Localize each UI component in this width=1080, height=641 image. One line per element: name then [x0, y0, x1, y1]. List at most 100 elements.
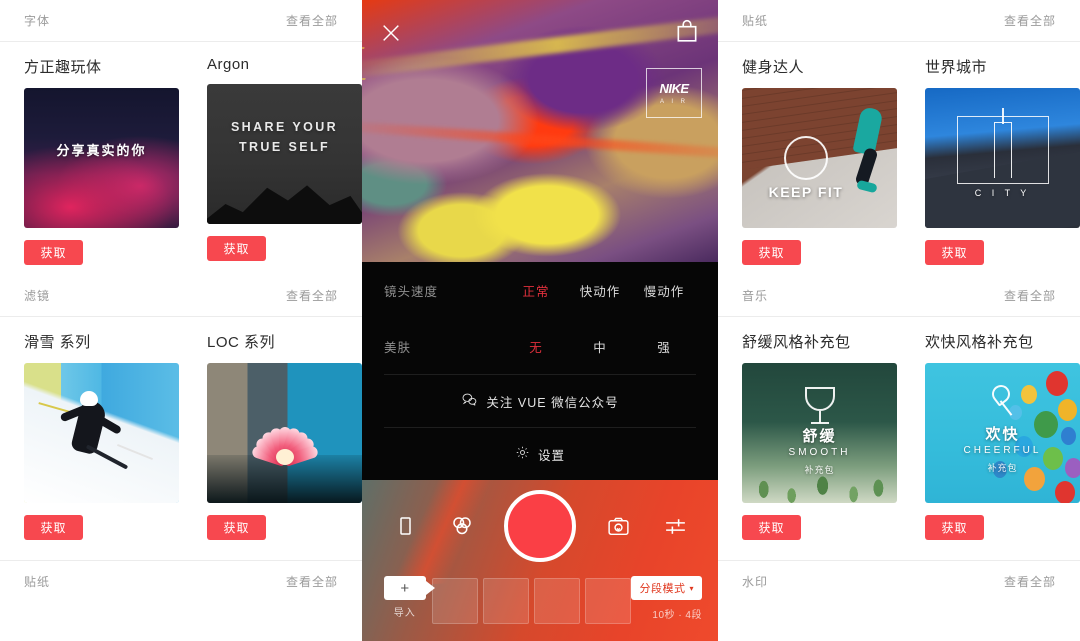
option-strong[interactable]: 强 [632, 337, 696, 356]
pack-card[interactable]: LOC 系列 获取 [207, 331, 362, 540]
record-button[interactable] [504, 490, 576, 562]
mode-select-button[interactable]: 分段模式 ▾ [631, 576, 702, 600]
pack-card[interactable]: 方正趣玩体 分享真实的你 获取 [24, 56, 179, 265]
clip-slot[interactable] [431, 578, 478, 624]
gear-icon [515, 445, 530, 463]
section-title: 音乐 [742, 289, 769, 303]
nike-watermark-sticker: NIKE A I R [646, 68, 702, 118]
section-view-all-link[interactable]: 查看全部 [1004, 573, 1056, 590]
section-view-all-link[interactable]: 查看全部 [286, 12, 338, 29]
chevron-down-icon: ▾ [689, 583, 694, 593]
pack-card[interactable]: 健身达人 KEEP FIT 获取 [742, 56, 897, 265]
section-header-stickers: 贴纸 查看全部 [718, 0, 1080, 42]
option-fast-motion[interactable]: 快动作 [568, 281, 632, 300]
left-store-panel: 字体 查看全部 方正趣玩体 分享真实的你 获取 Argon SHARE YOUR [0, 0, 362, 641]
option-slow-motion[interactable]: 慢动作 [632, 281, 696, 300]
thumbnail-subtitle: 补充包 [987, 463, 1018, 473]
mode-selector-group: 分段模式 ▾ 10秒 · 4段 [631, 576, 702, 621]
section-title: 字体 [24, 14, 51, 28]
pack-thumbnail[interactable]: 舒缓 SMOOTH 补充包 [742, 363, 897, 503]
section-header-music: 音乐 查看全部 [718, 275, 1080, 317]
shopping-bag-icon[interactable] [674, 18, 700, 44]
settings-row[interactable]: 设置 [362, 428, 718, 480]
setting-row-beauty: 美肤 无 中 强 [362, 318, 718, 374]
nike-brand-text: NIKE [659, 81, 689, 96]
wechat-follow-row[interactable]: 关注 VUE 微信公众号 [362, 375, 718, 427]
section-body-filters: 滑雪 系列 获取 LOC 系列 获取 [0, 317, 362, 550]
thumbnail-caption: KEEP FIT [768, 184, 844, 200]
pack-name: 方正趣玩体 [24, 59, 102, 76]
import-video-icon: + [383, 576, 435, 600]
pack-card[interactable]: 欢快风格补充包 欢快 CHEERFUL 补充包 获取 [925, 331, 1080, 540]
camera-flip-icon[interactable] [603, 511, 633, 541]
section-view-all-link[interactable]: 查看全部 [1004, 287, 1056, 304]
mode-meta-text: 10秒 · 4段 [652, 610, 702, 621]
get-button[interactable]: 获取 [925, 240, 984, 265]
thumbnail-caption-line2: TRUE SELF [238, 140, 331, 154]
section-view-all-link[interactable]: 查看全部 [1004, 12, 1056, 29]
get-button[interactable]: 获取 [742, 240, 801, 265]
wechat-icon [461, 391, 478, 411]
filter-circles-icon[interactable] [447, 511, 477, 541]
pack-card[interactable]: 滑雪 系列 获取 [24, 331, 179, 540]
pack-card[interactable]: Argon SHARE YOUR TRUE SELF 获取 [207, 56, 362, 265]
pack-thumbnail[interactable] [207, 363, 362, 503]
camera-phone-panel: NIKE A I R 镜头速度 正常 快动作 慢动作 美肤 无 中 强 关注 V… [362, 0, 718, 641]
clip-slot[interactable] [533, 578, 580, 624]
close-icon[interactable] [380, 22, 402, 44]
camera-controls-row [362, 480, 718, 572]
section-body-stickers: 健身达人 KEEP FIT 获取 世界城市 C I T Y 获取 [718, 42, 1080, 275]
section-title: 水印 [742, 575, 769, 589]
nike-sub-text: A I R [659, 99, 688, 105]
get-button[interactable]: 获取 [24, 240, 83, 265]
import-button[interactable]: + 导入 [378, 576, 435, 619]
pack-thumbnail[interactable]: SHARE YOUR TRUE SELF [207, 84, 362, 224]
app-screenshot-collage: 字体 查看全部 方正趣玩体 分享真实的你 获取 Argon SHARE YOUR [0, 0, 1080, 641]
wechat-follow-label: 关注 VUE 微信公众号 [486, 395, 619, 410]
pack-name: Argon [207, 56, 250, 73]
get-button[interactable]: 获取 [24, 515, 83, 540]
section-title: 贴纸 [24, 575, 51, 589]
clip-slot[interactable] [584, 578, 631, 624]
get-button[interactable]: 获取 [207, 236, 266, 261]
pack-card[interactable]: 舒缓风格补充包 舒缓 SMOOTH 补充包 获取 [742, 331, 897, 540]
thumbnail-title-en: CHEERFUL [963, 445, 1042, 456]
clip-slot[interactable] [482, 578, 529, 624]
option-none[interactable]: 无 [504, 337, 568, 356]
thumbnail-title-cn: 舒缓 [802, 428, 837, 445]
pack-thumbnail[interactable]: C I T Y [925, 88, 1080, 228]
pack-name: 欢快风格补充包 [925, 334, 1034, 351]
section-body-music: 舒缓风格补充包 舒缓 SMOOTH 补充包 获取 欢快风格补充包 欢快 CHEE… [718, 317, 1080, 550]
section-header-watermark: 水印 查看全部 [718, 560, 1080, 602]
adjust-sliders-icon[interactable] [660, 511, 690, 541]
pack-thumbnail[interactable] [24, 363, 179, 503]
option-medium[interactable]: 中 [568, 337, 632, 356]
get-button[interactable]: 获取 [207, 515, 266, 540]
section-view-all-link[interactable]: 查看全部 [286, 573, 338, 590]
option-normal[interactable]: 正常 [504, 281, 568, 300]
pack-name: 世界城市 [925, 59, 988, 76]
aspect-ratio-icon[interactable] [390, 511, 420, 541]
section-title: 滤镜 [24, 289, 51, 303]
pack-thumbnail[interactable]: 欢快 CHEERFUL 补充包 [925, 363, 1080, 503]
thumbnail-caption: C I T Y [974, 188, 1031, 198]
pack-row: 舒缓风格补充包 舒缓 SMOOTH 补充包 获取 欢快风格补充包 欢快 CHEE… [742, 331, 1080, 540]
thumbnail-subtitle: 补充包 [804, 465, 835, 475]
setting-label: 美肤 [384, 340, 412, 355]
section-header-stickers: 贴纸 查看全部 [0, 560, 362, 602]
section-title: 贴纸 [742, 14, 769, 28]
get-button[interactable]: 获取 [742, 515, 801, 540]
mode-label: 分段模式 [639, 583, 686, 595]
section-view-all-link[interactable]: 查看全部 [286, 287, 338, 304]
thumbnail-caption-line1: SHARE YOUR [230, 120, 339, 134]
camera-viewfinder[interactable]: NIKE A I R [362, 0, 718, 262]
camera-controls-bar: + 导入 分段模式 ▾ 10秒 · 4段 [362, 480, 718, 641]
pack-thumbnail[interactable]: 分享真实的你 [24, 88, 179, 228]
get-button[interactable]: 获取 [925, 515, 984, 540]
thumbnail-caption: 分享真实的你 [56, 143, 147, 158]
section-header-fonts: 字体 查看全部 [0, 0, 362, 42]
setting-label: 镜头速度 [384, 284, 439, 299]
pack-thumbnail[interactable]: KEEP FIT [742, 88, 897, 228]
clip-slots [431, 576, 631, 624]
pack-card[interactable]: 世界城市 C I T Y 获取 [925, 56, 1080, 265]
